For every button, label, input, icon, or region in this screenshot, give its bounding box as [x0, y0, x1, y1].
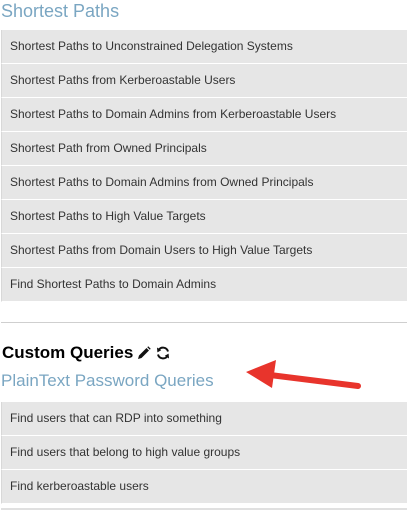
- query-item[interactable]: Find kerberoastable users: [1, 470, 407, 504]
- query-item[interactable]: Shortest Paths from Kerberoastable Users: [1, 64, 407, 98]
- query-item[interactable]: Shortest Paths from Domain Users to High…: [1, 234, 407, 268]
- plaintext-password-queries-title: PlainText Password Queries: [1, 371, 214, 390]
- query-item[interactable]: Find Shortest Paths to Domain Admins: [1, 268, 407, 302]
- query-item[interactable]: Shortest Paths to Domain Admins from Own…: [1, 166, 407, 200]
- pencil-icon[interactable]: [136, 345, 152, 361]
- query-item[interactable]: Shortest Paths to High Value Targets: [1, 200, 407, 234]
- queries-panel: Shortest Paths Shortest Paths to Unconst…: [0, 0, 408, 512]
- query-item[interactable]: Shortest Paths to Unconstrained Delegati…: [1, 30, 407, 64]
- red-arrow-annotation: [246, 360, 361, 389]
- custom-queries-header: Custom Queries: [2, 342, 171, 364]
- query-item[interactable]: Find users that belong to high value gro…: [1, 436, 407, 470]
- query-item[interactable]: Find users that can RDP into something: [1, 402, 407, 436]
- refresh-icon[interactable]: [155, 345, 171, 361]
- section-divider: [1, 322, 407, 323]
- shortest-paths-list: Shortest Paths to Unconstrained Delegati…: [1, 30, 407, 302]
- bottom-divider: [1, 508, 407, 510]
- custom-queries-title: Custom Queries: [2, 343, 134, 362]
- shortest-paths-title: Shortest Paths: [1, 1, 120, 21]
- query-item[interactable]: Shortest Paths to Domain Admins from Ker…: [1, 98, 407, 132]
- query-item[interactable]: Shortest Path from Owned Principals: [1, 132, 407, 166]
- custom-queries-list: Find users that can RDP into something F…: [1, 402, 407, 504]
